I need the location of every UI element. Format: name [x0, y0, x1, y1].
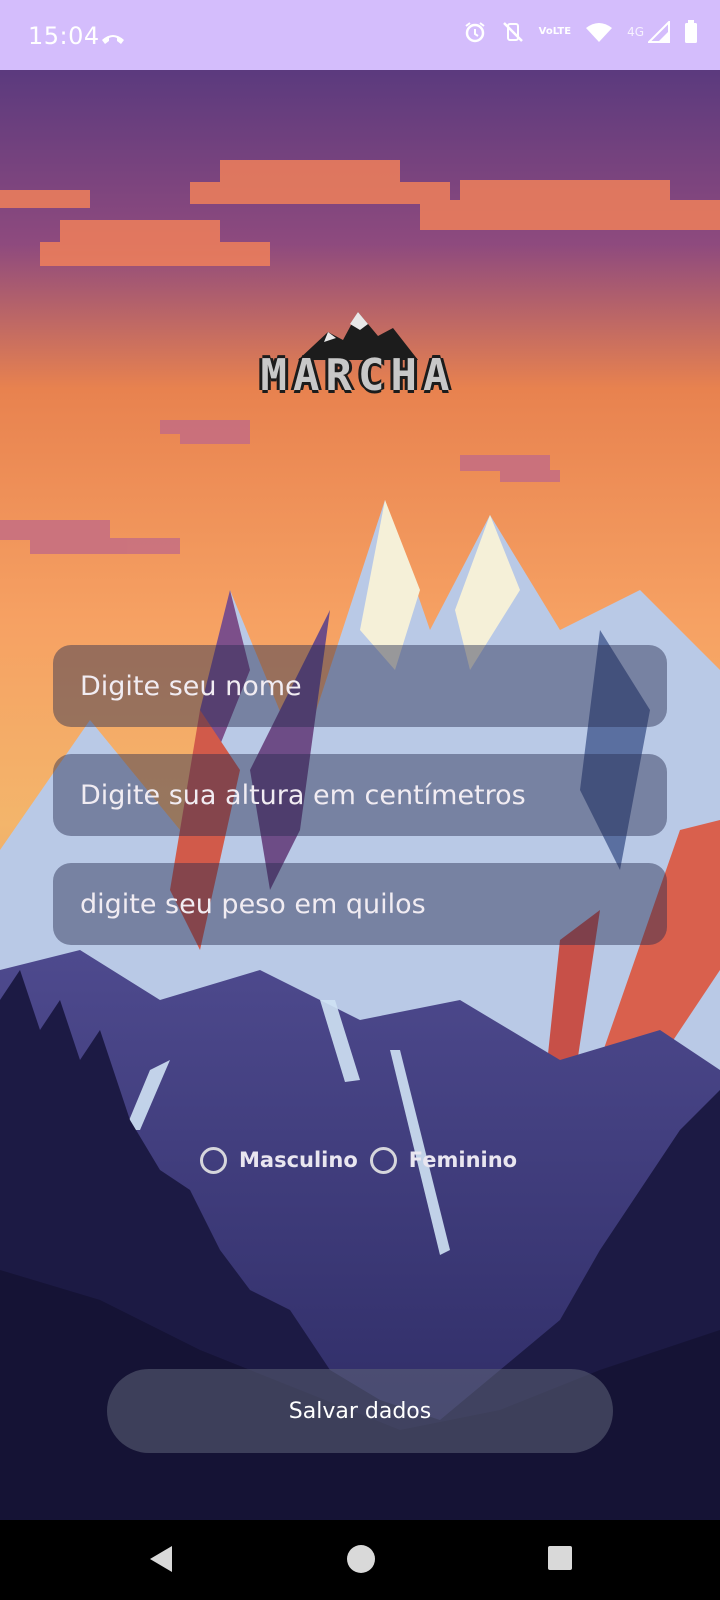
navigation-bar [0, 1520, 720, 1600]
battery-icon [684, 20, 698, 44]
radio-feminino[interactable]: Feminino [369, 1146, 517, 1174]
height-input[interactable] [53, 754, 667, 836]
network-type: 4G [627, 25, 644, 39]
signal-icon [648, 21, 670, 43]
volte-icon: Vo LTE [538, 26, 572, 37]
radio-masculino[interactable]: Masculino [200, 1146, 358, 1174]
status-bar: 15:04 Vo LTE 4G [0, 0, 720, 70]
call-icon [100, 28, 126, 52]
weight-input[interactable] [53, 863, 667, 945]
status-icons: Vo LTE 4G [463, 20, 698, 44]
home-icon[interactable] [346, 1544, 376, 1578]
radio-circle[interactable] [369, 1146, 397, 1174]
name-field[interactable] [53, 645, 667, 727]
back-icon[interactable] [148, 1544, 174, 1578]
wifi-icon [585, 21, 613, 43]
vibrate-off-icon [501, 20, 525, 44]
radio-label-feminino[interactable]: Feminino [409, 1148, 517, 1172]
gender-radio-group: Masculino Feminino [200, 1140, 529, 1180]
weight-field[interactable] [53, 863, 667, 945]
marcha-logo: MARCHA [228, 310, 488, 401]
status-time: 15:04 [28, 22, 100, 50]
save-button[interactable]: Salvar dados [107, 1369, 613, 1453]
radio-circle[interactable] [200, 1146, 227, 1174]
logo-text: MARCHA [260, 350, 456, 401]
height-field[interactable] [53, 754, 667, 836]
name-input[interactable] [53, 645, 667, 727]
recents-icon[interactable] [547, 1544, 573, 1574]
radio-label-masculino[interactable]: Masculino [239, 1148, 358, 1172]
alarm-icon [463, 20, 487, 44]
